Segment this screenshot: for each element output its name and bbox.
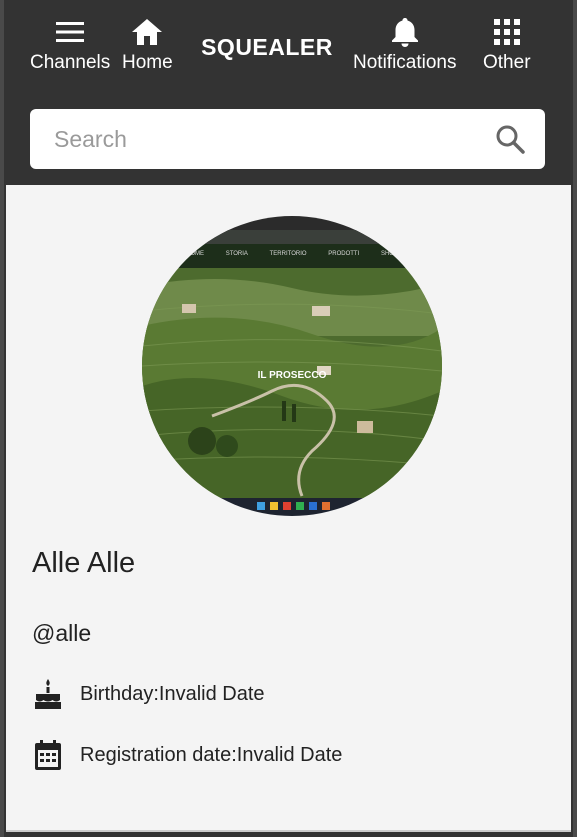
avatar-site-menu: HOME STORIA TERRITORIO PRODOTTI SHOP — [186, 251, 398, 257]
nav-home[interactable]: Home — [122, 16, 173, 74]
nav-notifications[interactable]: Notifications — [353, 16, 457, 74]
avatar-menu-item: TERRITORIO — [269, 251, 307, 257]
brand-title: SQUEALER — [201, 34, 333, 60]
app-window: Channels Home SQUEALER Notifications Oth… — [0, 0, 577, 837]
avatar-menu-item: PRODOTTI — [328, 251, 360, 257]
nav-other-label: Other — [483, 52, 531, 73]
registration-text: Registration date:Invalid Date — [80, 743, 343, 766]
nav-notifications-label: Notifications — [353, 52, 457, 73]
avatar-menu-item: HOME — [186, 251, 204, 257]
bell-icon — [389, 16, 421, 48]
avatar-menu-item: STORIA — [225, 251, 248, 257]
nav-channels[interactable]: Channels — [30, 16, 110, 74]
nav-other[interactable]: Other — [483, 16, 531, 74]
menu-icon — [54, 16, 86, 48]
profile-avatar: IL PROSECCO HOME STORIA TERRITORIO PRODO… — [142, 216, 442, 516]
registration-row: Registration date:Invalid Date — [32, 738, 342, 772]
avatar-image — [142, 216, 442, 516]
nav-home-label: Home — [122, 52, 173, 73]
search-input[interactable] — [54, 125, 474, 153]
avatar-menu-item: SHOP — [380, 251, 398, 257]
avatar-caption: IL PROSECCO — [257, 370, 327, 381]
search-icon[interactable] — [495, 124, 525, 154]
calendar-icon — [32, 738, 64, 772]
birthday-row: Birthday:Invalid Date — [32, 677, 265, 711]
cake-icon — [32, 677, 64, 711]
search-bar — [30, 109, 545, 169]
profile-name: Alle Alle — [32, 547, 136, 579]
home-icon — [131, 16, 163, 48]
birthday-text: Birthday:Invalid Date — [80, 682, 265, 705]
profile-handle: @alle — [32, 620, 92, 646]
nav-channels-label: Channels — [30, 52, 111, 73]
profile-card: IL PROSECCO HOME STORIA TERRITORIO PRODO… — [6, 185, 571, 832]
top-bar: Channels Home SQUEALER Notifications Oth… — [4, 0, 573, 185]
apps-grid-icon — [491, 16, 523, 48]
